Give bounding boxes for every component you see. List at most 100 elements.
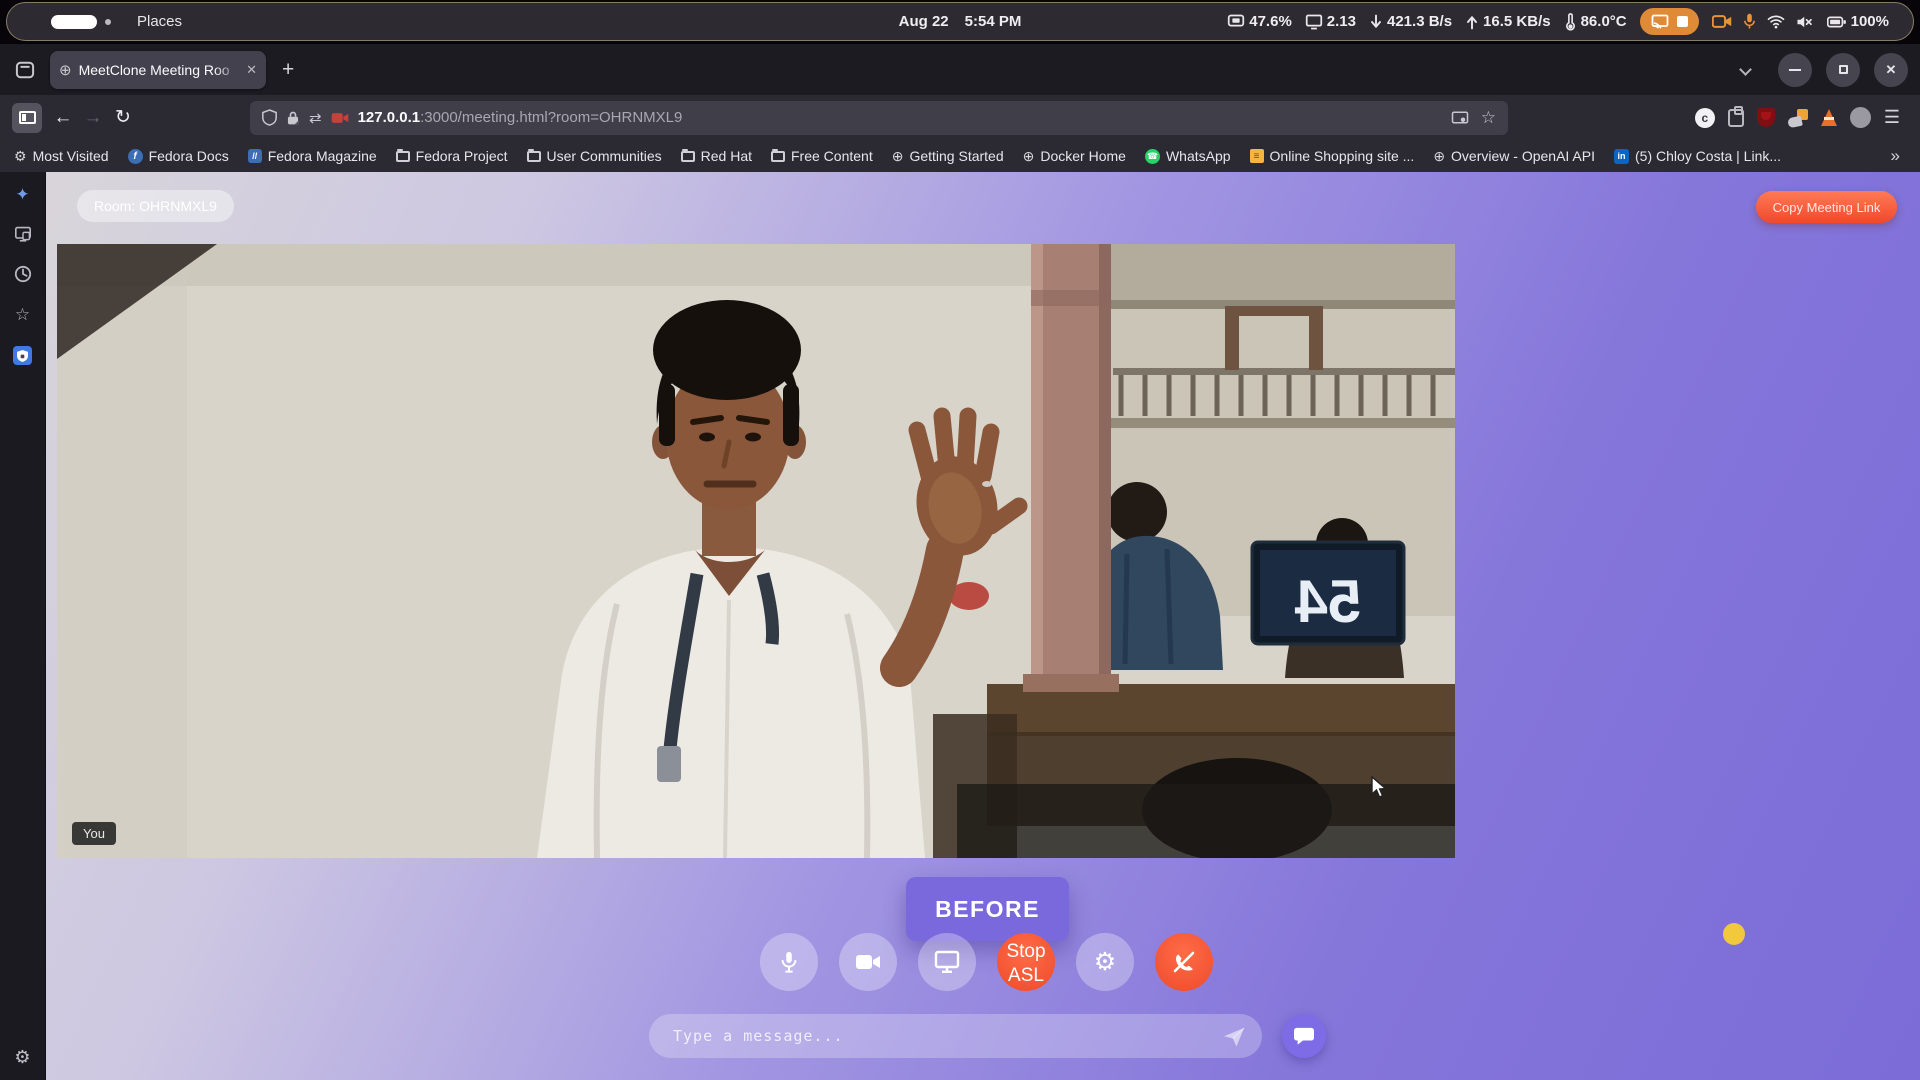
temperature-indicator: 86.0°C xyxy=(1564,13,1627,31)
firefox-view-icon xyxy=(15,61,35,79)
bookmark-linkedin[interactable]: in(5) Chloy Costa | Link... xyxy=(1614,148,1781,164)
bookmark-docker-home[interactable]: ⊕Docker Home xyxy=(1023,148,1126,165)
extensions-area: c ☰ xyxy=(1695,107,1900,128)
monitor-icon xyxy=(934,950,960,974)
monitor-icon xyxy=(1305,14,1323,30)
password-extension-icon[interactable] xyxy=(1788,109,1808,127)
vlc-cone-extension-icon[interactable] xyxy=(1821,109,1837,126)
screen: Places Aug 22 5:54 PM 47.6% 2.13 421.3 B… xyxy=(0,0,1920,1080)
camera-toggle-button[interactable] xyxy=(839,933,897,991)
bookmark-red-hat[interactable]: Red Hat xyxy=(681,148,752,164)
clock-menu[interactable]: Aug 22 5:54 PM xyxy=(899,13,1022,30)
bookmark-getting-started[interactable]: ⊕Getting Started xyxy=(892,148,1004,165)
new-tab-button[interactable]: + xyxy=(282,58,294,82)
folder-icon xyxy=(527,151,541,162)
activities-indicator[interactable] xyxy=(51,15,111,29)
bookmarks-bar: ⚙Most Visited fFedora Docs Fedora Magazi… xyxy=(0,140,1920,172)
stop-share-icon[interactable] xyxy=(1677,16,1688,27)
camera-permission-icon[interactable] xyxy=(331,111,349,125)
extensions-puzzle-icon[interactable] xyxy=(1728,109,1744,127)
globe-icon: ⊕ xyxy=(1023,148,1035,165)
history-clock-icon[interactable] xyxy=(14,265,32,283)
sidebar-settings-gear-icon[interactable]: ⚙ xyxy=(14,1047,30,1068)
bookmark-fedora-project[interactable]: Fedora Project xyxy=(396,148,508,164)
browser-tab-bar: ⊕ MeetClone Meeting Roo ✕ + ✕ xyxy=(0,44,1920,95)
bookmark-openai-api[interactable]: ⊕Overview - OpenAI API xyxy=(1433,148,1595,165)
fedora-icon: f xyxy=(128,149,143,164)
list-tabs-chevron-icon[interactable] xyxy=(1739,63,1752,76)
fedora-magazine-icon xyxy=(248,149,262,163)
bookmarks-star-icon[interactable]: ☆ xyxy=(15,306,30,323)
bookmarks-overflow-chevron[interactable]: » xyxy=(1891,146,1900,166)
screenshot-icon[interactable] xyxy=(1451,110,1469,125)
menu-hamburger-icon[interactable]: ☰ xyxy=(1884,107,1900,128)
reload-button[interactable]: ↻ xyxy=(108,103,138,133)
firefox-view-button[interactable] xyxy=(8,53,42,87)
bookmark-most-visited[interactable]: ⚙Most Visited xyxy=(14,148,109,165)
ublock-extension-icon[interactable] xyxy=(1757,108,1775,127)
synced-tabs-icon[interactable] xyxy=(14,226,32,242)
up-arrow-icon xyxy=(1465,14,1479,30)
laptop: 54 xyxy=(1252,542,1404,644)
tracking-shield-icon[interactable] xyxy=(262,109,277,126)
tab-meetclone[interactable]: ⊕ MeetClone Meeting Roo ✕ xyxy=(50,51,266,89)
camera-in-use-icon xyxy=(1712,14,1732,29)
volume-muted-icon xyxy=(1796,14,1814,30)
emoji-peek xyxy=(1723,923,1745,945)
bookmark-online-shopping[interactable]: Online Shopping site ... xyxy=(1250,148,1415,164)
meeting-page: Room: OHRNMXL9 Copy Meeting Link xyxy=(46,172,1920,1080)
url-text[interactable]: 127.0.0.1:3000/meeting.html?room=OHRNMXL… xyxy=(358,109,1442,126)
before-overlay-label: BEFORE xyxy=(906,877,1069,941)
bookmark-user-communities[interactable]: User Communities xyxy=(527,148,662,164)
places-menu[interactable]: Places xyxy=(137,13,182,30)
screen-share-indicator[interactable] xyxy=(1640,8,1699,35)
screen-share-button[interactable] xyxy=(918,933,976,991)
permissions-icon[interactable]: ⇄ xyxy=(309,109,322,127)
minimize-button[interactable] xyxy=(1778,53,1812,87)
lock-icon[interactable] xyxy=(286,110,300,126)
folder-icon xyxy=(396,151,410,162)
colorzilla-extension-icon[interactable]: c xyxy=(1695,108,1715,128)
minimize-icon xyxy=(1789,69,1801,71)
bookmark-fedora-docs[interactable]: fFedora Docs xyxy=(128,148,229,164)
settings-button[interactable]: ⚙ xyxy=(1076,933,1134,991)
gear-icon: ⚙ xyxy=(1094,947,1116,977)
whatsapp-icon xyxy=(1145,149,1160,164)
folder-icon xyxy=(771,151,785,162)
mic-toggle-button[interactable] xyxy=(760,933,818,991)
shopping-icon xyxy=(1250,149,1264,163)
stop-asl-button[interactable]: Stop ASL xyxy=(997,933,1055,991)
back-button[interactable]: ← xyxy=(48,103,78,133)
system-tray[interactable]: 47.6% 2.13 421.3 B/s 16.5 KB/s 86.0°C xyxy=(1227,8,1889,35)
send-message-button[interactable] xyxy=(1222,1025,1246,1049)
security-extension-icon[interactable] xyxy=(13,346,32,365)
tab-close-button[interactable]: ✕ xyxy=(246,62,257,78)
copy-meeting-link-button[interactable]: Copy Meeting Link xyxy=(1756,191,1897,223)
workspace-dot xyxy=(105,19,111,25)
sidebar-toggle-button[interactable] xyxy=(12,103,42,133)
hang-up-button[interactable] xyxy=(1155,933,1213,991)
date-label: Aug 22 xyxy=(899,13,949,30)
close-window-button[interactable]: ✕ xyxy=(1874,53,1908,87)
forward-button[interactable]: → xyxy=(78,103,108,133)
mic-in-use-icon xyxy=(1743,13,1756,30)
tab-title: MeetClone Meeting Roo xyxy=(79,62,243,78)
bookmark-free-content[interactable]: Free Content xyxy=(771,148,873,164)
linkedin-icon: in xyxy=(1614,149,1629,164)
chat-toggle-button[interactable] xyxy=(1282,1014,1326,1058)
account-avatar[interactable] xyxy=(1850,107,1871,128)
gear-icon: ⚙ xyxy=(14,148,27,165)
sidebar-icon xyxy=(19,111,36,124)
maximize-button[interactable] xyxy=(1826,53,1860,87)
down-arrow-icon xyxy=(1369,14,1383,30)
bookmark-star-icon[interactable]: ☆ xyxy=(1481,108,1496,128)
workspace-pill xyxy=(51,15,97,29)
bookmark-fedora-magazine[interactable]: Fedora Magazine xyxy=(248,148,377,164)
address-bar[interactable]: ⇄ 127.0.0.1:3000/meeting.html?room=OHRNM… xyxy=(250,101,1508,135)
globe-icon: ⊕ xyxy=(59,61,72,79)
time-label: 5:54 PM xyxy=(965,13,1022,30)
chat-message-input[interactable] xyxy=(649,1014,1262,1058)
ai-chatbot-sparkle-icon[interactable]: ✦ xyxy=(15,186,29,203)
mic-icon xyxy=(778,950,800,974)
bookmark-whatsapp[interactable]: WhatsApp xyxy=(1145,148,1231,164)
